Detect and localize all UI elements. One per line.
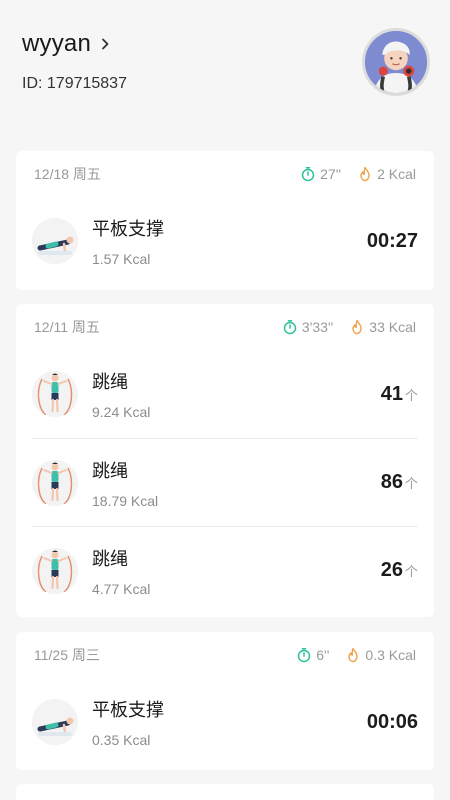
exercise-info: 跳绳 4.77 Kcal [92, 545, 381, 597]
exercise-value-unit: 个 [404, 476, 418, 491]
exercise-name: 跳绳 [92, 460, 128, 481]
profile-header: wyyan ID: 179715837 [0, 0, 450, 150]
exercise-info: 跳绳 18.79 Kcal [92, 457, 381, 509]
duration-text: 3'33'' [301, 319, 334, 335]
record-date: 12/11 周五 [34, 319, 100, 335]
calories-stat: 0.3 Kcal [345, 647, 416, 663]
exercise-info: 跳绳 9.24 Kcal [92, 368, 381, 420]
exercise-kcal: 18.79 Kcal [92, 492, 159, 509]
jump-rope-icon [32, 459, 78, 506]
exercise-value: 41 个 [381, 383, 418, 406]
exercise-info: 平板支撑 0.35 Kcal [92, 696, 367, 748]
stopwatch-icon [298, 648, 311, 663]
calories-text: 0.3 Kcal [365, 647, 416, 663]
calories-text: 33 Kcal [369, 319, 416, 335]
exercise-value-number: 41 [380, 382, 403, 405]
record-header: 12/18 周五 27'' 2 Kcal [16, 151, 434, 197]
record-header: 11/25 周三 6'' 0.3 Kcal [16, 632, 434, 678]
chevron-right-icon [102, 38, 109, 50]
exercise-value-number: 86 [380, 471, 403, 493]
calories-stat: 33 Kcal [349, 319, 416, 335]
exercise-row[interactable]: 跳绳 9.24 Kcal 41 个 [32, 350, 418, 438]
jump-rope-icon [32, 547, 78, 594]
exercise-value: 00:27 [367, 230, 418, 253]
exercise-value-number: 00:06 [366, 710, 418, 733]
record-card: 12/11 周五 3'33'' 33 Kcal 跳绳 9.24 Kcal 41 … [16, 304, 434, 617]
exercise-value: 86 个 [381, 471, 418, 494]
duration-stat: 6'' [296, 647, 329, 663]
record-card-partial [16, 784, 434, 800]
exercise-kcal: 4.77 Kcal [92, 580, 151, 597]
exercise-name: 平板支撑 [92, 700, 164, 720]
exercise-kcal: 0.35 Kcal [92, 732, 151, 748]
plank-icon [32, 218, 78, 264]
exercise-value-number: 26 [380, 559, 403, 581]
calories-stat: 2 Kcal [357, 166, 416, 182]
profile-name-link[interactable]: wyyan [22, 30, 111, 58]
exercise-value-number: 00:27 [366, 229, 418, 252]
record-header: 12/11 周五 3'33'' 33 Kcal [16, 304, 434, 350]
exercise-name: 跳绳 [92, 372, 128, 392]
record-card: 12/18 周五 27'' 2 Kcal 平板支撑 1.57 Kcal 00:2… [16, 151, 434, 290]
exercise-value-unit: 个 [404, 564, 418, 579]
duration-text: 6'' [316, 647, 330, 663]
exercise-row[interactable]: 跳绳 4.77 Kcal 26 个 [32, 526, 418, 614]
exercise-value: 00:06 [367, 711, 418, 734]
stopwatch-icon [301, 167, 315, 182]
stopwatch-icon [283, 320, 297, 335]
exercise-value-unit: 个 [404, 387, 418, 403]
exercise-value: 26 个 [381, 559, 418, 582]
exercise-row[interactable]: 平板支撑 0.35 Kcal 00:06 [32, 678, 418, 766]
record-date: 11/25 周三 [34, 647, 100, 663]
duration-stat: 27'' [300, 166, 341, 182]
record-card: 11/25 周三 6'' 0.3 Kcal 平板支撑 0.35 Kcal 00:… [16, 632, 434, 770]
username: wyyan [22, 30, 92, 57]
duration-text: 27'' [320, 166, 342, 182]
fire-icon [348, 647, 359, 663]
avatar[interactable] [362, 28, 430, 96]
avatar-illustration [365, 31, 427, 93]
calories-text: 2 Kcal [377, 166, 416, 182]
exercise-name: 平板支撑 [92, 219, 164, 239]
fire-icon [352, 319, 362, 335]
fire-icon [360, 166, 370, 182]
jump-rope-icon [32, 371, 78, 417]
exercise-kcal: 1.57 Kcal [92, 251, 151, 267]
exercise-kcal: 9.24 Kcal [92, 404, 151, 420]
exercise-info: 平板支撑 1.57 Kcal [92, 215, 367, 267]
plank-icon [32, 699, 78, 745]
duration-stat: 3'33'' [282, 319, 333, 335]
exercise-name: 跳绳 [92, 548, 128, 569]
exercise-row[interactable]: 跳绳 18.79 Kcal 86 个 [32, 438, 418, 526]
exercise-row[interactable]: 平板支撑 1.57 Kcal 00:27 [32, 197, 418, 285]
record-date: 12/18 周五 [34, 166, 101, 182]
user-id: ID: 179715837 [22, 75, 127, 92]
